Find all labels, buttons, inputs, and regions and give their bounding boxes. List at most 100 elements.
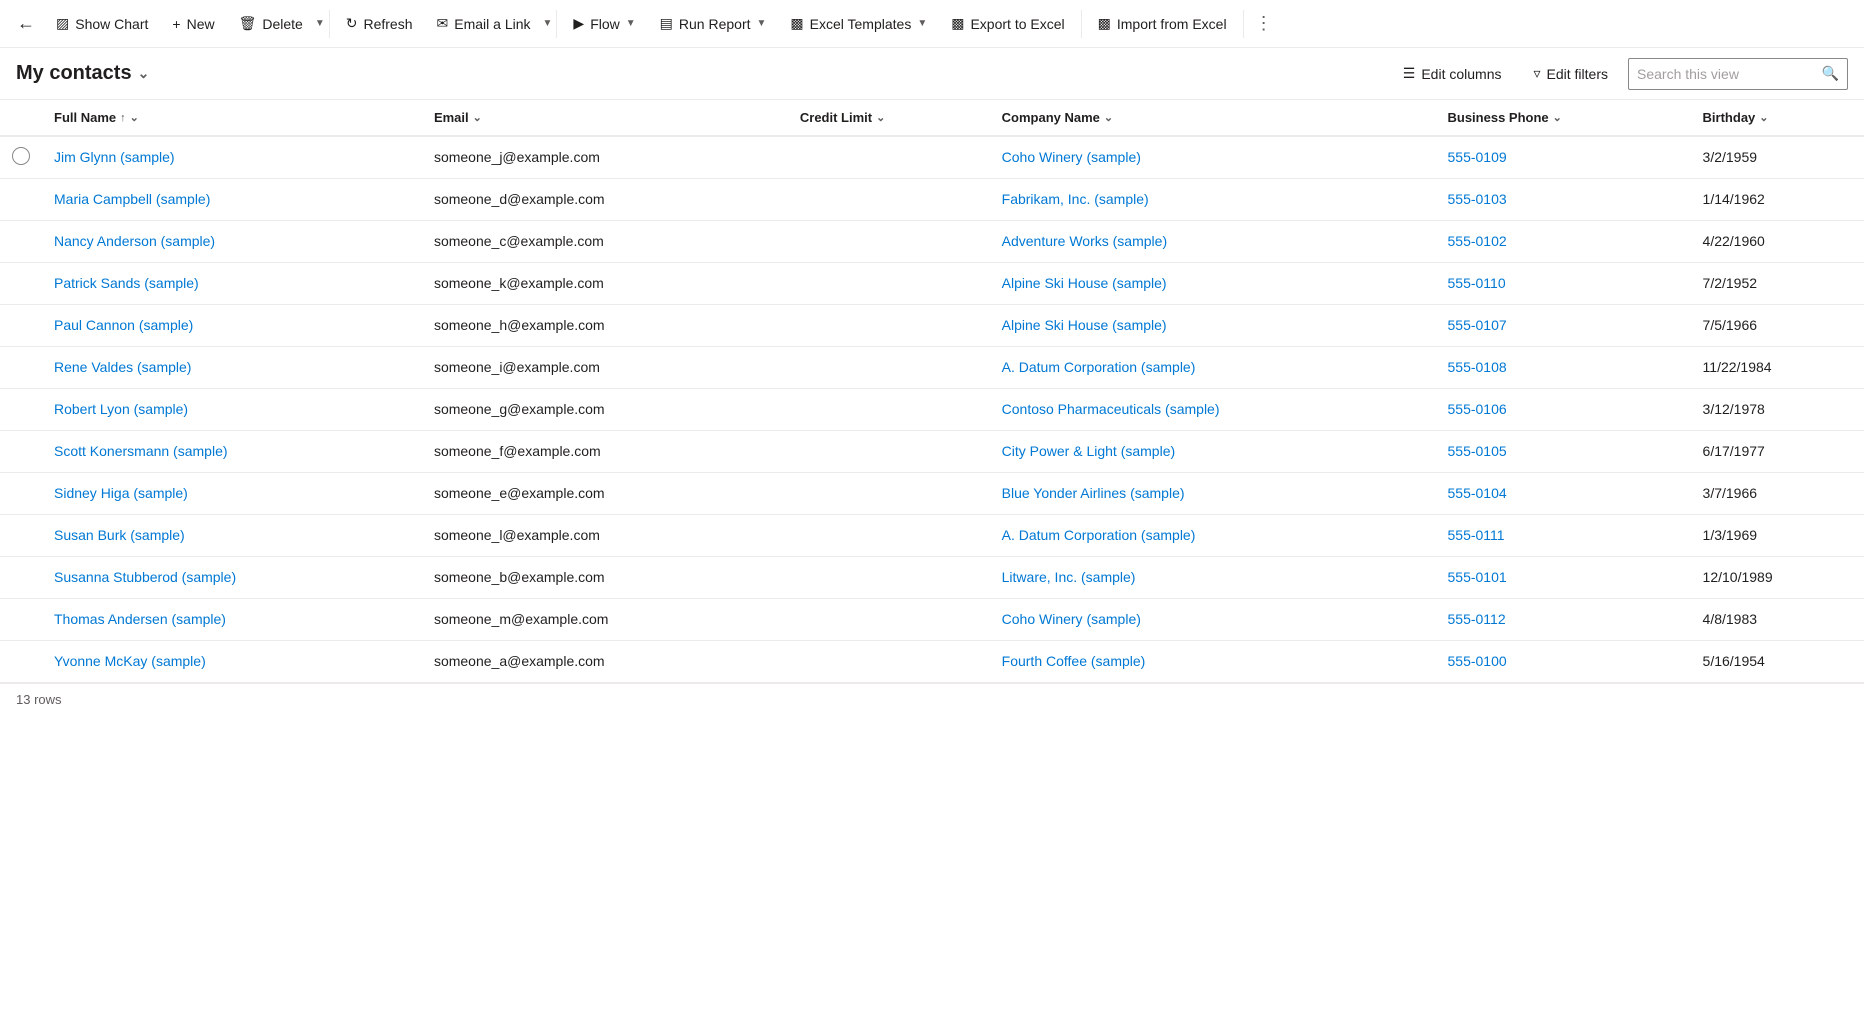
email-dropdown-arrow[interactable]: ▼ [543,18,553,29]
cell-email: someone_j@example.com [422,136,788,178]
col-dropdown-birthday[interactable]: ⌄ [1759,111,1768,124]
search-input[interactable] [1637,66,1816,82]
cell-company-name[interactable]: Coho Winery (sample) [990,598,1436,640]
cell-business-phone[interactable]: 555-0100 [1436,640,1691,682]
cell-company-name[interactable]: Contoso Pharmaceuticals (sample) [990,388,1436,430]
export-excel-button[interactable]: ▩ Export to Excel [939,6,1076,42]
cell-business-phone[interactable]: 555-0109 [1436,136,1691,178]
table-row[interactable]: Susan Burk (sample)someone_l@example.com… [0,514,1864,556]
table-row[interactable]: Maria Campbell (sample)someone_d@example… [0,178,1864,220]
edit-columns-button[interactable]: ☰ Edit columns [1391,58,1514,90]
col-header-birthday[interactable]: Birthday ⌄ [1691,100,1864,136]
cell-business-phone[interactable]: 555-0104 [1436,472,1691,514]
cell-email: someone_k@example.com [422,262,788,304]
table-row[interactable]: Scott Konersmann (sample)someone_f@examp… [0,430,1864,472]
col-header-full-name[interactable]: Full Name ↑ ⌄ [42,100,422,136]
cell-email: someone_f@example.com [422,430,788,472]
table-header: Full Name ↑ ⌄ Email ⌄ Credit Limit ⌄ [0,100,1864,136]
cell-company-name[interactable]: Alpine Ski House (sample) [990,304,1436,346]
run-report-dropdown-arrow: ▼ [757,18,767,29]
more-options-button[interactable]: ⋮ [1248,6,1280,42]
select-all-header[interactable] [0,100,42,136]
new-button[interactable]: + New [160,6,226,42]
edit-filters-button[interactable]: ▿ Edit filters [1522,58,1621,90]
cell-full-name[interactable]: Thomas Andersen (sample) [42,598,422,640]
row-checkbox[interactable] [12,147,30,165]
cell-company-name[interactable]: Adventure Works (sample) [990,220,1436,262]
delete-dropdown-arrow[interactable]: ▼ [315,18,325,29]
cell-business-phone[interactable]: 555-0101 [1436,556,1691,598]
row-checkbox-cell [0,598,42,640]
import-excel-button[interactable]: ▩ Import from Excel [1086,6,1239,42]
col-dropdown-email[interactable]: ⌄ [473,111,482,124]
table-row[interactable]: Patrick Sands (sample)someone_k@example.… [0,262,1864,304]
run-report-button[interactable]: ▤ Run Report ▼ [648,6,779,42]
back-button[interactable]: ← [8,6,44,42]
col-dropdown-business-phone[interactable]: ⌄ [1553,111,1562,124]
search-icon: 🔍 [1822,65,1839,82]
cell-business-phone[interactable]: 555-0105 [1436,430,1691,472]
col-dropdown-credit-limit[interactable]: ⌄ [876,111,885,124]
table-row[interactable]: Thomas Andersen (sample)someone_m@exampl… [0,598,1864,640]
row-count: 13 rows [16,692,62,707]
cell-full-name[interactable]: Sidney Higa (sample) [42,472,422,514]
table-row[interactable]: Paul Cannon (sample)someone_h@example.co… [0,304,1864,346]
cell-company-name[interactable]: Alpine Ski House (sample) [990,262,1436,304]
email-link-button[interactable]: ✉ Email a Link [425,6,543,42]
refresh-button[interactable]: ↻ Refresh [334,6,425,42]
cell-full-name[interactable]: Maria Campbell (sample) [42,178,422,220]
table-row[interactable]: Robert Lyon (sample)someone_g@example.co… [0,388,1864,430]
table-row[interactable]: Susanna Stubberod (sample)someone_b@exam… [0,556,1864,598]
cell-company-name[interactable]: A. Datum Corporation (sample) [990,346,1436,388]
cell-business-phone[interactable]: 555-0111 [1436,514,1691,556]
view-title-dropdown[interactable]: ⌄ [138,65,150,82]
table-row[interactable]: Sidney Higa (sample)someone_e@example.co… [0,472,1864,514]
table-row[interactable]: Jim Glynn (sample)someone_j@example.com C… [0,136,1864,178]
table-row[interactable]: Nancy Anderson (sample)someone_c@example… [0,220,1864,262]
show-chart-button[interactable]: ▨ Show Chart [44,6,160,42]
cell-full-name[interactable]: Patrick Sands (sample) [42,262,422,304]
cell-company-name[interactable]: Fabrikam, Inc. (sample) [990,178,1436,220]
cell-full-name[interactable]: Scott Konersmann (sample) [42,430,422,472]
col-dropdown-full-name[interactable]: ⌄ [130,111,139,124]
table-row[interactable]: Yvonne McKay (sample)someone_a@example.c… [0,640,1864,682]
contacts-table-container: Full Name ↑ ⌄ Email ⌄ Credit Limit ⌄ [0,100,1864,683]
flow-button[interactable]: ▶ Flow ▼ [561,6,647,42]
cell-company-name[interactable]: City Power & Light (sample) [990,430,1436,472]
cell-business-phone[interactable]: 555-0112 [1436,598,1691,640]
refresh-label: Refresh [363,16,412,32]
cell-business-phone[interactable]: 555-0107 [1436,304,1691,346]
cell-full-name[interactable]: Jim Glynn (sample) [42,136,422,178]
cell-company-name[interactable]: Blue Yonder Airlines (sample) [990,472,1436,514]
cell-company-name[interactable]: Litware, Inc. (sample) [990,556,1436,598]
table-row[interactable]: Rene Valdes (sample)someone_i@example.co… [0,346,1864,388]
cell-email: someone_b@example.com [422,556,788,598]
flow-label: Flow [590,16,620,32]
cell-company-name[interactable]: Coho Winery (sample) [990,136,1436,178]
cell-business-phone[interactable]: 555-0110 [1436,262,1691,304]
cell-company-name[interactable]: Fourth Coffee (sample) [990,640,1436,682]
col-dropdown-company-name[interactable]: ⌄ [1104,111,1113,124]
search-box[interactable]: 🔍 [1628,58,1848,90]
import-excel-icon: ▩ [1098,15,1111,32]
excel-templates-button[interactable]: ▩ Excel Templates ▼ [778,6,939,42]
cell-full-name[interactable]: Susanna Stubberod (sample) [42,556,422,598]
delete-button[interactable]: 🗑 Delete [227,6,315,42]
col-header-credit-limit[interactable]: Credit Limit ⌄ [788,100,990,136]
col-header-company-name[interactable]: Company Name ⌄ [990,100,1436,136]
col-header-email[interactable]: Email ⌄ [422,100,788,136]
cell-business-phone[interactable]: 555-0102 [1436,220,1691,262]
cell-full-name[interactable]: Susan Burk (sample) [42,514,422,556]
cell-company-name[interactable]: A. Datum Corporation (sample) [990,514,1436,556]
cell-full-name[interactable]: Rene Valdes (sample) [42,346,422,388]
row-checkbox-cell [0,178,42,220]
cell-business-phone[interactable]: 555-0108 [1436,346,1691,388]
cell-business-phone[interactable]: 555-0106 [1436,388,1691,430]
cell-full-name[interactable]: Paul Cannon (sample) [42,304,422,346]
cell-business-phone[interactable]: 555-0103 [1436,178,1691,220]
col-label-credit-limit: Credit Limit [800,110,872,125]
cell-full-name[interactable]: Nancy Anderson (sample) [42,220,422,262]
col-header-business-phone[interactable]: Business Phone ⌄ [1436,100,1691,136]
cell-full-name[interactable]: Robert Lyon (sample) [42,388,422,430]
cell-full-name[interactable]: Yvonne McKay (sample) [42,640,422,682]
